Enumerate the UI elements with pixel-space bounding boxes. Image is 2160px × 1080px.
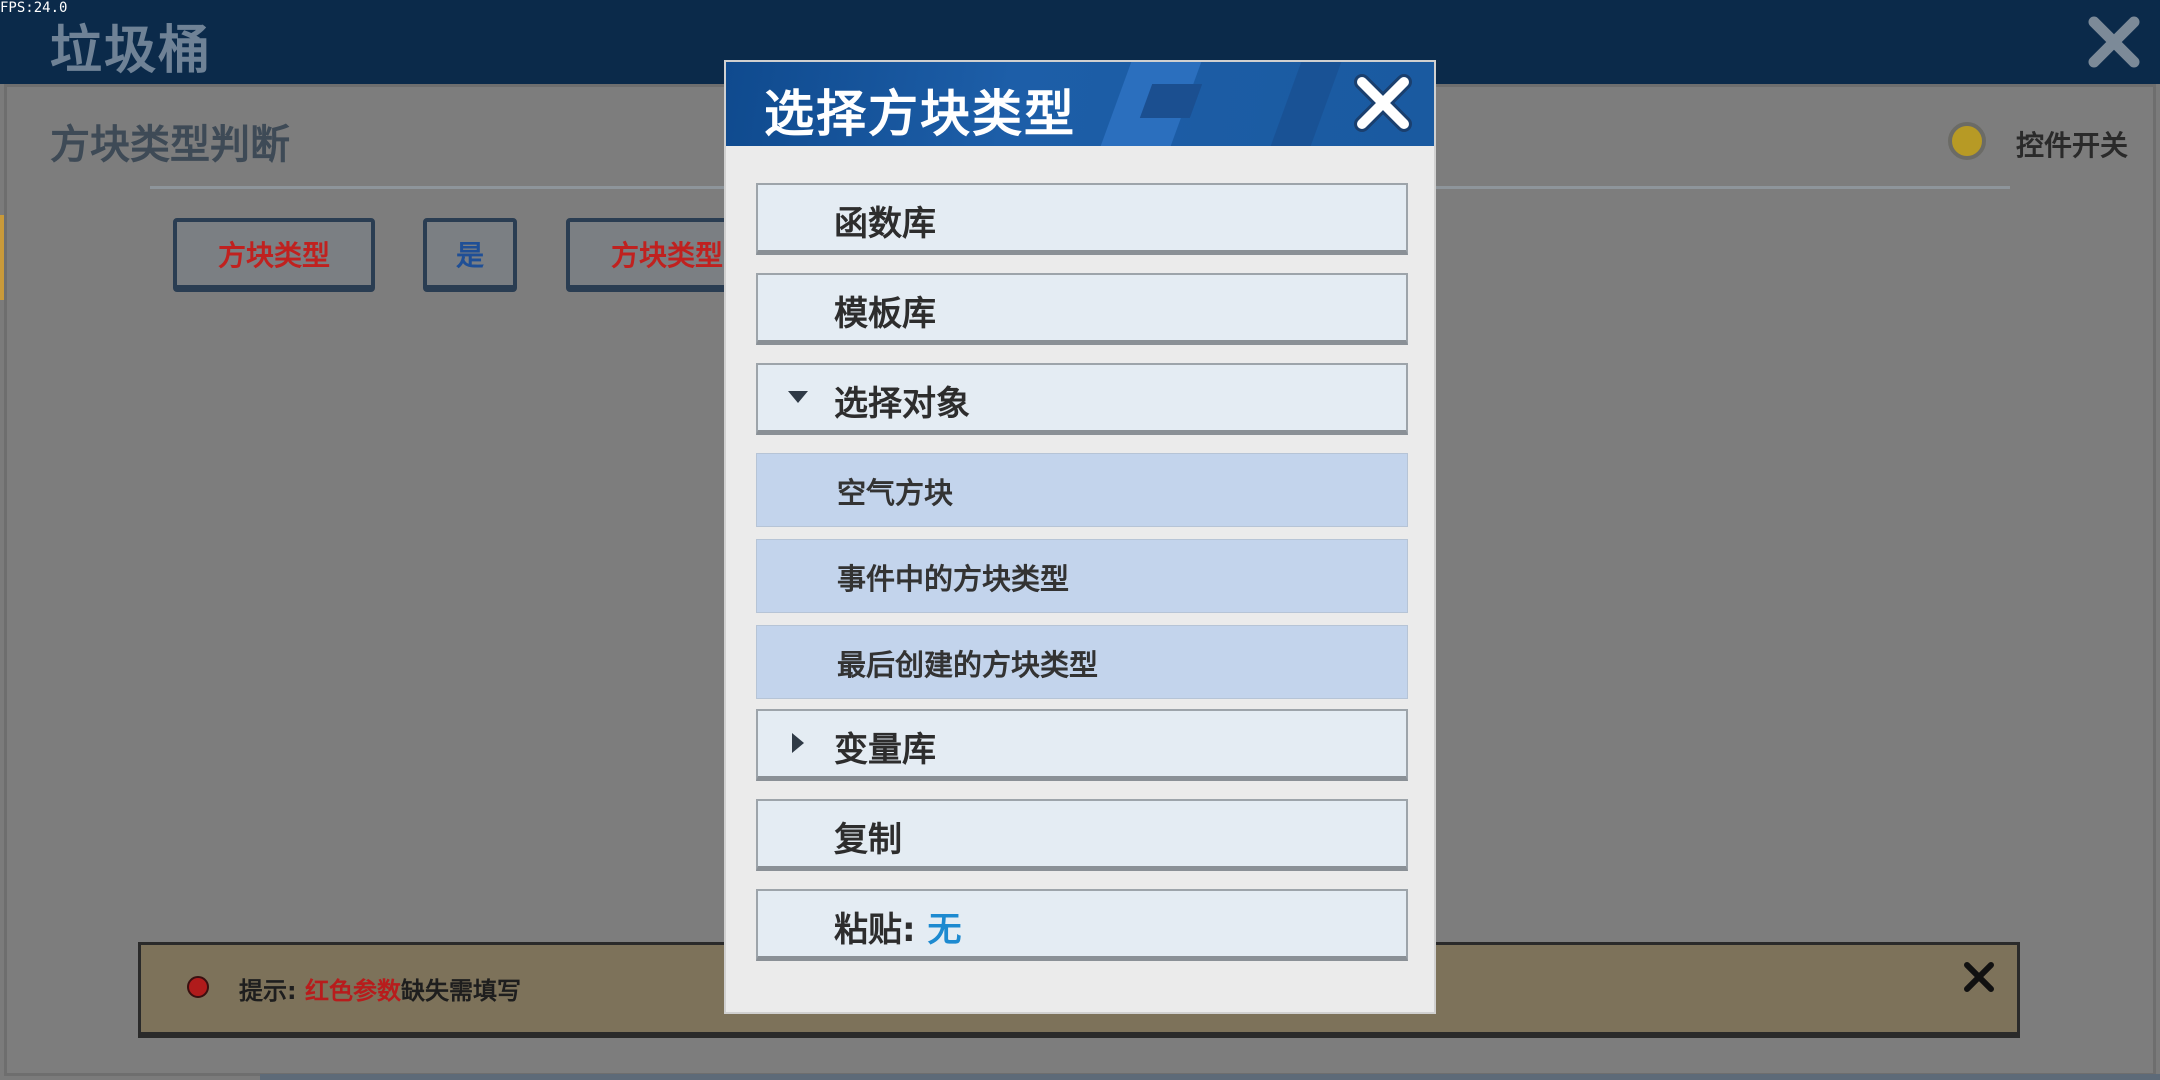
submenu-item-event-block-type[interactable]: 事件中的方块类型: [756, 539, 1408, 613]
menu-item-paste[interactable]: 粘贴: 无: [756, 889, 1408, 961]
menu-item-label: 模板库: [834, 294, 936, 334]
close-icon[interactable]: [2084, 12, 2144, 72]
menu-item-template-library[interactable]: 模板库: [756, 273, 1408, 345]
header-decoration: [1139, 84, 1203, 118]
submenu-item-label: 空气方块: [837, 476, 954, 510]
triangle-right-icon: [792, 733, 804, 753]
submenu-item-label: 最后创建的方块类型: [837, 648, 1099, 682]
menu-item-function-library[interactable]: 函数库: [756, 183, 1408, 255]
widget-toggle[interactable]: [1948, 122, 1986, 160]
is-operator-slot[interactable]: 是: [423, 218, 517, 292]
submenu-item-last-created-block-type[interactable]: 最后创建的方块类型: [756, 625, 1408, 699]
dialog-title: 选择方块类型: [764, 85, 1076, 143]
submenu-item-air-block[interactable]: 空气方块: [756, 453, 1408, 527]
menu-item-label: 复制: [834, 820, 902, 860]
menu-item-label: 变量库: [834, 730, 936, 770]
hint-suffix: 缺失需填写: [400, 977, 521, 1005]
close-icon[interactable]: [1350, 70, 1416, 136]
menu-item-label: 函数库: [834, 204, 936, 244]
header-decoration: [1270, 62, 1342, 146]
menu-item-copy[interactable]: 复制: [756, 799, 1408, 871]
menu-item-label: 选择对象: [834, 384, 970, 424]
hint-prefix: 提示:: [239, 977, 305, 1005]
menu-item-label: 粘贴: 无: [834, 902, 961, 951]
dialog-header: 选择方块类型: [726, 62, 1434, 146]
error-dot-icon: [187, 976, 209, 998]
triangle-down-icon: [788, 391, 808, 403]
fps-counter: FPS:24.0: [0, 0, 68, 16]
menu-item-select-object[interactable]: 选择对象: [756, 363, 1408, 435]
paste-label: 粘贴:: [834, 910, 928, 950]
menu-item-variable-library[interactable]: 变量库: [756, 709, 1408, 781]
hint-text: 提示: 红色参数缺失需填写: [239, 971, 521, 1006]
bottom-strip: [260, 1074, 2160, 1080]
block-type-slot[interactable]: 方块类型: [173, 218, 375, 292]
widget-toggle-label: 控件开关: [2016, 129, 2129, 162]
left-accent: [0, 215, 4, 300]
app-title: 垃圾桶: [50, 21, 213, 81]
select-block-type-dialog: 选择方块类型 函数库 模板库 选择对象 空气方块 事件中的方块类型 最后创建的方…: [724, 60, 1436, 1014]
section-title: 方块类型判断: [50, 122, 290, 168]
close-icon[interactable]: [1959, 957, 1999, 997]
paste-value: 无: [927, 910, 962, 950]
hint-highlight: 红色参数: [304, 977, 401, 1005]
submenu-item-label: 事件中的方块类型: [837, 562, 1070, 596]
